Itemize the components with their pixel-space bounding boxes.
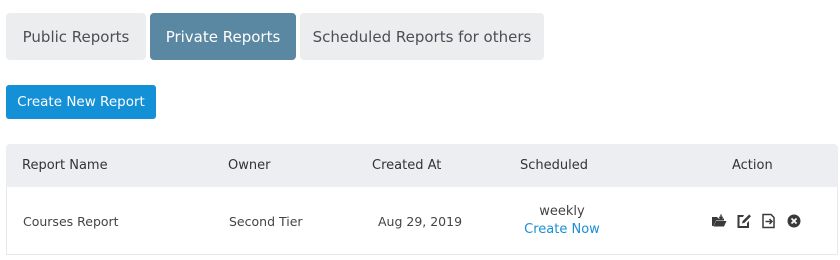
create-new-report-button[interactable]: Create New Report — [6, 85, 156, 119]
header-scheduled: Scheduled — [520, 158, 588, 173]
open-folder-icon[interactable] — [711, 213, 727, 229]
header-created-at: Created At — [372, 158, 442, 173]
header-owner: Owner — [228, 158, 271, 173]
table-header: Report Name Owner Created At Scheduled A… — [6, 144, 838, 187]
table-row: Courses Report Second Tier Aug 29, 2019 … — [6, 187, 838, 255]
header-report-name: Report Name — [22, 158, 108, 173]
created-at-cell: Aug 29, 2019 — [378, 213, 463, 229]
edit-icon[interactable] — [736, 213, 752, 229]
delete-icon[interactable] — [786, 213, 802, 229]
tab-scheduled-reports-for-others[interactable]: Scheduled Reports for others — [300, 13, 544, 60]
actions-cell — [711, 187, 802, 255]
report-name-cell: Courses Report — [23, 213, 119, 229]
reports-table: Report Name Owner Created At Scheduled A… — [6, 144, 838, 255]
header-action: Action — [732, 158, 773, 173]
tab-private-reports[interactable]: Private Reports — [150, 13, 296, 60]
tab-public-reports[interactable]: Public Reports — [6, 13, 146, 60]
create-now-link[interactable]: Create Now — [524, 221, 600, 239]
report-tabs: Public Reports Private Reports Scheduled… — [6, 13, 544, 60]
owner-cell: Second Tier — [229, 213, 303, 229]
scheduled-cell: weekly Create Now — [477, 187, 647, 255]
schedule-frequency: weekly — [539, 204, 585, 219]
export-icon[interactable] — [761, 213, 777, 229]
